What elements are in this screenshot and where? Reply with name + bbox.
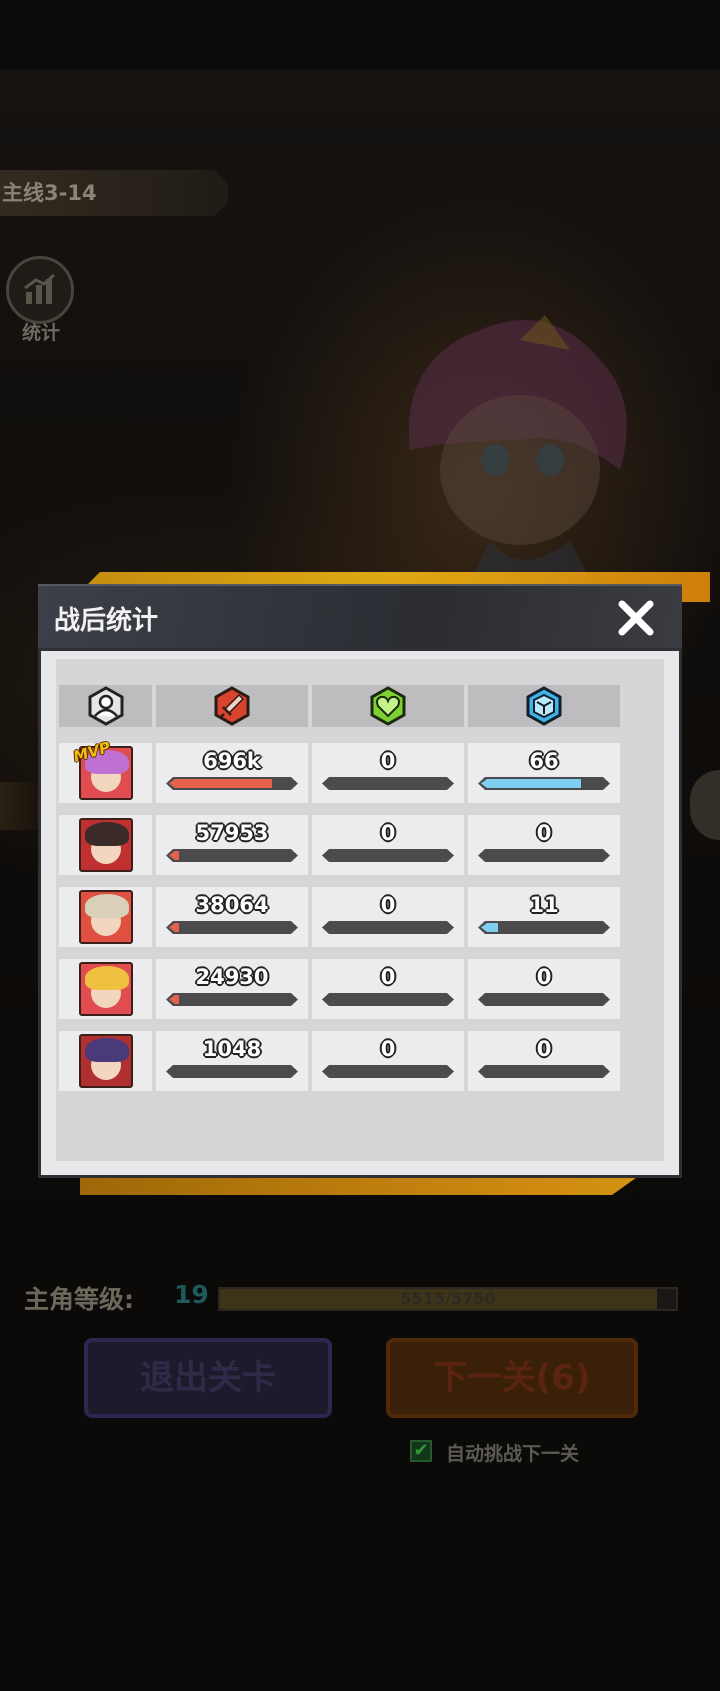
heal-stat-cell: 0 [312,743,464,803]
xp-progress-bar: 5515/5750 [218,1287,678,1311]
post-battle-stats-dialog: 战后统计 MVP 696k 0 66 57953 0 0 38064 0 11 … [38,584,682,1178]
heart-icon [370,686,406,726]
avatar-hair [84,966,129,990]
damage-stat-cell: 57953 [156,815,308,875]
avatar-hair [84,1038,129,1062]
shield-bar-fill [481,779,581,788]
shield-value: 0 [536,965,552,989]
exit-stage-button[interactable]: 退出关卡 [84,1338,332,1418]
shield-stat-cell: 11 [468,887,620,947]
sword-icon [214,686,250,726]
heal-value: 0 [380,965,396,989]
column-header-hero [59,685,152,727]
shield-value: 0 [536,821,552,845]
damage-stat-cell: 1048 [156,1031,308,1091]
damage-value: 57953 [195,821,269,845]
avatar-hair [84,822,129,846]
shield-bar [478,849,610,862]
close-button[interactable] [612,594,660,642]
bar-chart-icon [6,256,74,324]
hero-avatar-cell [59,1031,152,1091]
hero-avatar-cell [59,959,152,1019]
shield-value: 11 [529,893,559,917]
damage-value: 1048 [202,1037,262,1061]
damage-bar [166,993,298,1006]
damage-stat-cell: 38064 [156,887,308,947]
stats-button-label: 统计 [21,322,60,344]
auto-challenge-checkbox[interactable]: ✔ [410,1440,432,1462]
shield-bar [478,777,610,790]
stage-label: 主线3-14 [0,170,228,216]
column-header-damage [156,685,308,727]
heal-value: 0 [380,821,396,845]
gold-ribbon-bottom [80,1175,640,1195]
damage-bar-fill [169,851,179,860]
hero-avatar[interactable] [78,1034,133,1088]
damage-stat-cell: 24930 [156,959,308,1019]
hero-avatar[interactable] [78,890,133,944]
xp-progress-text: 5515/5750 [400,1289,496,1308]
shield-value: 0 [536,1037,552,1061]
damage-bar-fill [169,923,179,932]
stats-grid: MVP 696k 0 66 57953 0 0 38064 0 11 24930 0 0 1048 0 0 [56,659,664,1161]
damage-value: 24930 [195,965,269,989]
shield-bar [478,993,610,1006]
dialog-body: MVP 696k 0 66 57953 0 0 38064 0 11 24930 0 0 1048 0 0 [38,648,682,1178]
shield-bar [478,1065,610,1078]
heal-value: 0 [380,893,396,917]
column-header-shield [468,685,620,727]
heal-bar [322,993,454,1006]
heal-value: 0 [380,1037,396,1061]
heal-stat-cell: 0 [312,1031,464,1091]
heal-bar [322,777,454,790]
shield-stat-cell: 0 [468,959,620,1019]
hero-avatar-cell [59,887,152,947]
dialog-title: 战后统计 [54,606,159,636]
damage-bar [166,777,298,790]
shield-value: 66 [529,749,559,773]
damage-stat-cell: 696k [156,743,308,803]
shield-icon [526,686,562,726]
close-icon [618,600,654,636]
hero-level-label: 主角等级: [24,1285,134,1314]
heal-bar [322,1065,454,1078]
auto-challenge-label: 自动挑战下一关 [446,1443,580,1465]
hero-avatar[interactable] [78,962,133,1016]
damage-value: 696k [203,749,261,773]
shield-stat-cell: 0 [468,1031,620,1091]
shield-stat-cell: 0 [468,815,620,875]
avatar-hair [84,894,129,918]
hero-portrait-art [408,315,627,600]
hero-icon [88,686,123,726]
hero-level-value: 19 [174,1280,209,1309]
heal-bar [322,849,454,862]
heal-stat-cell: 0 [312,887,464,947]
shield-bar [478,921,610,934]
hero-avatar-cell [59,815,152,875]
damage-bar [166,849,298,862]
damage-bar-fill [169,779,272,788]
damage-value: 38064 [195,893,269,917]
hero-avatar-cell: MVP [59,738,152,803]
heal-stat-cell: 0 [312,815,464,875]
next-stage-button[interactable]: 下一关(6) [386,1338,638,1418]
heal-bar [322,921,454,934]
shield-stat-cell: 66 [468,743,620,803]
column-header-heal [312,685,464,727]
damage-bar [166,1065,298,1078]
hero-avatar[interactable] [78,818,133,872]
damage-bar [166,921,298,934]
damage-bar-fill [169,995,179,1004]
heal-value: 0 [380,749,396,773]
heal-stat-cell: 0 [312,959,464,1019]
shield-bar-fill [481,923,498,932]
dialog-header: 战后统计 [38,584,682,648]
stats-button[interactable]: 统计 [6,256,76,348]
